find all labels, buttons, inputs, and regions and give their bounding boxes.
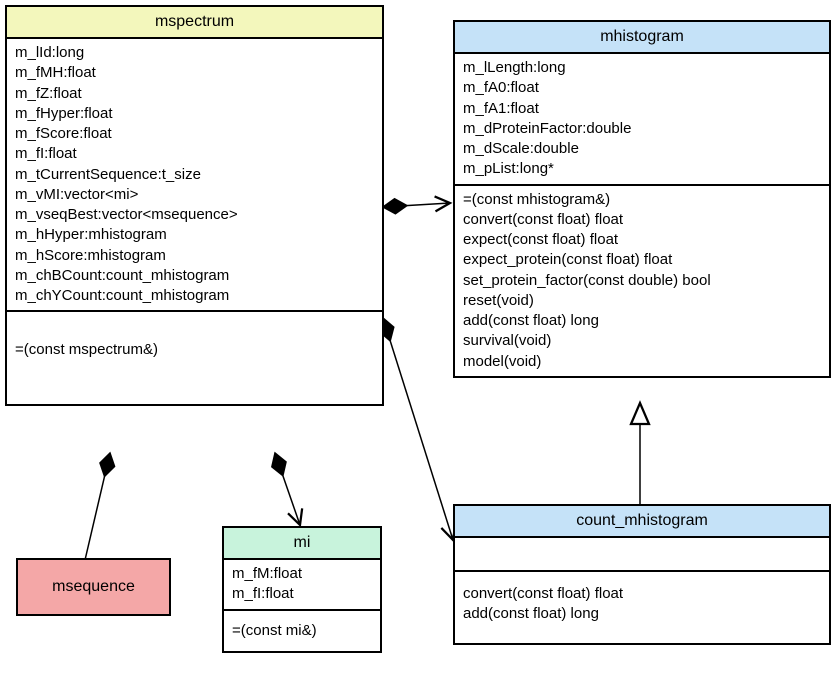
operation: survival(void)	[463, 331, 821, 351]
class-header: count_mhistogram	[455, 506, 829, 538]
class-header: mspectrum	[7, 7, 382, 39]
attribute: m_fA1:float	[463, 99, 821, 119]
attribute: m_lLength:long	[463, 58, 821, 78]
class-count-mhistogram: count_mhistogram convert(const float) fl…	[453, 504, 831, 645]
operations-section: =(const mhistogram&) convert(const float…	[455, 186, 829, 376]
attribute: m_lId:long	[15, 43, 374, 63]
attribute: m_fMH:float	[15, 63, 374, 83]
attribute: m_hScore:mhistogram	[15, 246, 374, 266]
attribute: m_chBCount:count_mhistogram	[15, 266, 374, 286]
operation: convert(const float) float	[463, 210, 821, 230]
attribute: m_chYCount:count_mhistogram	[15, 286, 374, 306]
attribute: m_vMI:vector<mi>	[15, 185, 374, 205]
attribute: m_fA0:float	[463, 78, 821, 98]
class-mspectrum: mspectrum m_lId:long m_fMH:float m_fZ:fl…	[5, 5, 384, 406]
attribute: m_fI:float	[15, 144, 374, 164]
attribute: m_fScore:float	[15, 124, 374, 144]
attribute: m_tCurrentSequence:t_size	[15, 165, 374, 185]
attribute: m_vseqBest:vector<msequence>	[15, 205, 374, 225]
operations-section: =(const mi&)	[224, 611, 380, 651]
operation: convert(const float) float	[463, 584, 821, 604]
attributes-section: m_lId:long m_fMH:float m_fZ:float m_fHyp…	[7, 39, 382, 312]
class-header: mhistogram	[455, 22, 829, 54]
operations-section: convert(const float) float add(const flo…	[455, 572, 829, 643]
class-header: msequence	[18, 560, 169, 614]
operation: expect(const float) float	[463, 230, 821, 250]
attribute: m_pList:long*	[463, 159, 821, 179]
attribute: m_dProteinFactor:double	[463, 119, 821, 139]
operation: expect_protein(const float) float	[463, 250, 821, 270]
operation: =(const mi&)	[232, 621, 372, 641]
class-mhistogram: mhistogram m_lLength:long m_fA0:float m_…	[453, 20, 831, 378]
attribute: m_dScale:double	[463, 139, 821, 159]
attribute: m_fZ:float	[15, 84, 374, 104]
operation: =(const mhistogram&)	[463, 190, 821, 210]
attribute: m_fHyper:float	[15, 104, 374, 124]
class-mi: mi m_fM:float m_fI:float =(const mi&)	[222, 526, 382, 653]
class-msequence: msequence	[16, 558, 171, 616]
operation: add(const float) long	[463, 604, 821, 624]
operation: add(const float) long	[463, 311, 821, 331]
operation: set_protein_factor(const double) bool	[463, 271, 821, 291]
operation: model(void)	[463, 352, 821, 372]
attribute: m_hHyper:mhistogram	[15, 225, 374, 245]
class-header: mi	[224, 528, 380, 560]
operation: reset(void)	[463, 291, 821, 311]
attributes-section	[455, 538, 829, 572]
operations-section: =(const mspectrum&)	[7, 312, 382, 404]
attributes-section: m_fM:float m_fI:float	[224, 560, 380, 611]
attribute: m_fI:float	[232, 584, 372, 604]
attributes-section: m_lLength:long m_fA0:float m_fA1:float m…	[455, 54, 829, 186]
attribute: m_fM:float	[232, 564, 372, 584]
operation: =(const mspectrum&)	[15, 340, 374, 360]
